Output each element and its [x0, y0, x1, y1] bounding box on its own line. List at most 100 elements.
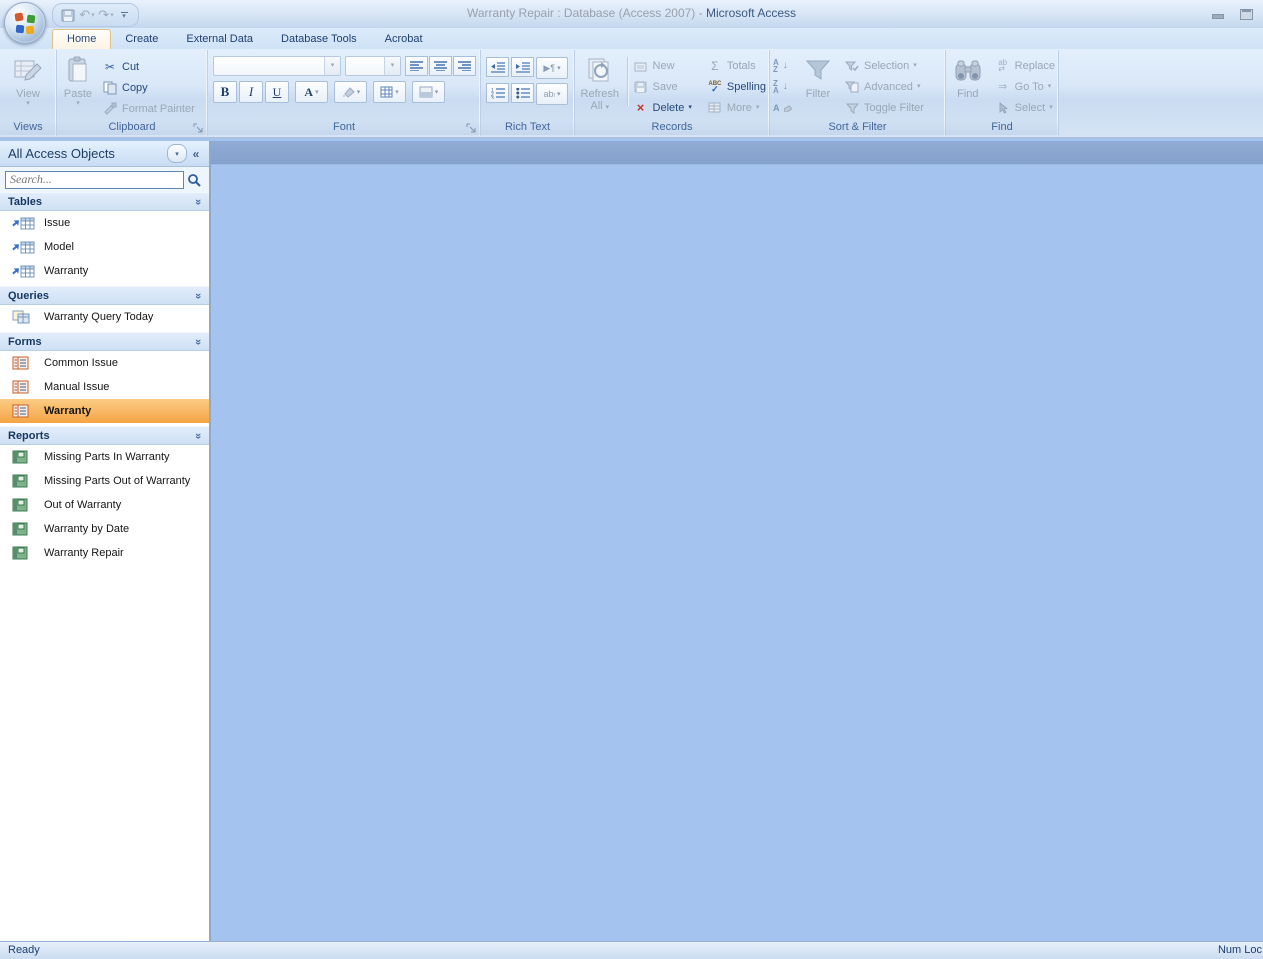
copy-button[interactable]: Copy — [99, 77, 198, 98]
shutter-icon: « — [192, 146, 200, 161]
nav-item-missing-parts-out-of-warranty[interactable]: Missing Parts Out of Warranty — [0, 469, 209, 493]
customize-qat-button[interactable]: ▾ — [116, 6, 132, 25]
align-right-button[interactable] — [453, 56, 476, 76]
minimize-button[interactable] — [1212, 6, 1224, 20]
font-name-combobox[interactable]: ▾ — [213, 56, 341, 76]
bold-icon: B — [220, 84, 230, 99]
clipboard-dialog-launcher-icon[interactable] — [193, 123, 204, 134]
nav-item-warranty-repair[interactable]: Warranty Repair — [0, 541, 209, 565]
sort-descending-button[interactable]: Z A ↓ — [773, 76, 795, 97]
refresh-all-button[interactable]: Refresh All ▾ — [575, 54, 625, 122]
restore-button[interactable] — [1240, 6, 1253, 20]
nav-item-manual-issue[interactable]: Manual Issue — [0, 375, 209, 399]
view-button[interactable]: View ▾ — [3, 54, 53, 107]
italic-button[interactable]: I — [239, 81, 263, 103]
replace-button[interactable]: ab ⇄ Replace — [992, 55, 1058, 76]
goto-button[interactable]: ⇒ Go To ▾ — [992, 76, 1058, 97]
workspace — [211, 141, 1263, 941]
cut-icon: ✂ — [104, 59, 116, 74]
office-button[interactable] — [4, 2, 46, 44]
nav-menu-button[interactable]: ▾ — [167, 144, 187, 163]
font-dialog-launcher-icon[interactable] — [466, 123, 477, 134]
group-label-records: Records — [575, 121, 769, 135]
tab-external-data[interactable]: External Data — [172, 29, 267, 49]
font-size-combobox[interactable]: ▾ — [345, 56, 401, 76]
query-icon — [12, 310, 36, 324]
font-size-caret-icon: ▾ — [384, 57, 400, 75]
nav-item-issue[interactable]: Issue — [0, 211, 209, 235]
totals-button[interactable]: Σ Totals — [704, 55, 769, 76]
clear-sorts-button[interactable]: A — [773, 97, 795, 118]
nav-group-header-reports[interactable]: Reports » — [0, 426, 209, 445]
form-icon — [12, 356, 36, 370]
spelling-button[interactable]: ABC ✓ Spelling — [704, 76, 769, 97]
numbered-list-button[interactable]: 123 — [486, 83, 509, 103]
nav-pane-header[interactable]: All Access Objects ▾ « — [0, 141, 209, 167]
tab-home[interactable]: Home — [52, 29, 112, 49]
paste-button[interactable]: Paste ▾ — [57, 54, 99, 119]
new-record-button[interactable]: New — [630, 55, 704, 76]
increase-indent-button[interactable] — [511, 57, 534, 77]
tab-database-tools[interactable]: Database Tools — [267, 29, 371, 49]
text-highlight-button[interactable]: abₗ ▾ — [536, 83, 568, 105]
toggle-filter-button[interactable]: Toggle Filter — [841, 97, 927, 118]
gridlines-button[interactable]: ▾ — [373, 81, 406, 103]
nav-item-missing-parts-in-warranty[interactable]: Missing Parts In Warranty — [0, 445, 209, 469]
refresh-all-icon — [585, 54, 615, 88]
nav-group-header-forms[interactable]: Forms » — [0, 332, 209, 351]
shutter-bar-button[interactable]: « — [187, 145, 205, 162]
sort-ascending-button[interactable]: A Z ↓ — [773, 55, 795, 76]
align-center-button[interactable] — [429, 56, 452, 76]
filter-button[interactable]: Filter — [795, 54, 841, 122]
group-label-font: Font — [208, 121, 480, 135]
window-title: Warranty Repair : Database (Access 2007)… — [466, 6, 796, 20]
left-to-right-button[interactable]: ▶¶ ▾ — [536, 57, 568, 79]
nav-item-warranty-by-date[interactable]: Warranty by Date — [0, 517, 209, 541]
format-painter-button[interactable]: Format Painter — [99, 98, 198, 119]
tab-acrobat[interactable]: Acrobat — [371, 29, 437, 49]
cut-button[interactable]: ✂ Cut — [99, 56, 198, 77]
left-to-right-icon: ▶¶ — [543, 62, 556, 73]
nav-item-warranty-table[interactable]: Warranty — [0, 259, 209, 283]
select-button[interactable]: Select ▾ — [992, 97, 1058, 118]
replace-icon: ab ⇄ — [998, 57, 1008, 73]
save-button[interactable] — [59, 6, 77, 25]
form-icon — [12, 404, 36, 418]
bullet-list-button[interactable] — [511, 83, 534, 103]
decrease-indent-button[interactable] — [486, 57, 509, 77]
restore-icon — [1240, 9, 1253, 20]
paste-icon — [66, 54, 90, 88]
filter-icon — [804, 54, 832, 88]
bold-button[interactable]: B — [213, 81, 237, 103]
more-button[interactable]: More ▾ — [704, 97, 769, 118]
find-button[interactable]: Find — [948, 54, 988, 122]
selection-button[interactable]: Selection ▾ — [841, 55, 927, 76]
undo-button[interactable]: ↶ ▾ — [78, 6, 96, 25]
nav-item-warranty-query-today[interactable]: Warranty Query Today — [0, 305, 209, 329]
office-logo-icon — [14, 12, 36, 35]
nav-item-model[interactable]: Model — [0, 235, 209, 259]
nav-section-reports: Reports » Missing Parts In Warranty Miss… — [0, 426, 209, 565]
redo-button[interactable]: ↷ ▾ — [97, 6, 115, 25]
tab-create[interactable]: Create — [111, 29, 172, 49]
nav-item-out-of-warranty[interactable]: Out of Warranty — [0, 493, 209, 517]
new-record-icon — [633, 59, 649, 73]
nav-group-header-tables[interactable]: Tables » — [0, 192, 209, 211]
delete-record-button[interactable]: × Delete ▾ — [630, 97, 704, 118]
nav-item-warranty-form[interactable]: Warranty — [0, 399, 209, 423]
view-icon — [13, 54, 43, 88]
advanced-button[interactable]: Advanced ▾ — [841, 76, 927, 97]
font-color-button[interactable]: A ▾ — [295, 81, 328, 103]
nav-item-common-issue[interactable]: Common Issue — [0, 351, 209, 375]
fill-color-button[interactable]: ▾ — [334, 81, 367, 103]
group-label-clipboard: Clipboard — [57, 121, 207, 135]
fill-color-icon — [342, 87, 355, 98]
align-left-button[interactable] — [405, 56, 428, 76]
save-record-button[interactable]: Save — [630, 76, 704, 97]
alternate-fill-button[interactable]: ▾ — [412, 81, 445, 103]
underline-button[interactable]: U — [265, 81, 289, 103]
ribbon-group-find: Find ab ⇄ Replace ⇒ Go To ▾ Select ▾ Fin… — [946, 50, 1059, 136]
nav-group-header-queries[interactable]: Queries » — [0, 286, 209, 305]
search-input[interactable] — [5, 170, 184, 189]
search-icon[interactable] — [184, 173, 204, 187]
